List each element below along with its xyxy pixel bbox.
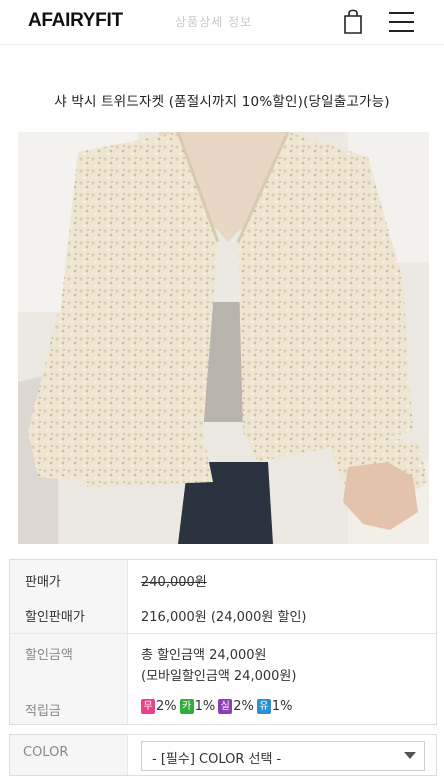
reward-rate: 2% xyxy=(233,699,254,714)
reward-rate: 2% xyxy=(156,699,177,714)
header-subtitle: 상품상세 정보 xyxy=(175,15,253,29)
discount-total: 총 할인금액 24,000원 xyxy=(141,648,267,663)
color-select[interactable]: - [필수] COLOR 선택 - xyxy=(141,741,425,771)
color-option-row: COLOR - [필수] COLOR 선택 - xyxy=(9,734,437,776)
reward-rates: 무 2% 카 1% 실 2% 유 1% xyxy=(141,699,296,714)
reward-rate: 1% xyxy=(194,699,216,714)
shopping-bag-icon[interactable] xyxy=(343,8,363,34)
header-divider xyxy=(0,44,444,45)
original-price: 240,000원 xyxy=(141,575,207,590)
reward-label: 적립금 xyxy=(25,704,61,719)
reward-badge: 카 xyxy=(179,699,194,714)
reward-rate: 1% xyxy=(271,699,293,714)
brand-logo[interactable]: AFAIRYFIT xyxy=(28,10,123,32)
sale-price-label: 할인판매가 xyxy=(25,610,85,625)
top-header: AFAIRYFIT 상품상세 정보 xyxy=(0,0,444,44)
reward-badge: 유 xyxy=(256,699,271,714)
reward-badge: 실 xyxy=(218,699,233,714)
color-select-value: - [필수] COLOR 선택 - xyxy=(152,752,282,767)
price-label: 판매가 xyxy=(25,575,61,590)
discount-label: 할인금액 xyxy=(25,648,73,663)
reward-badge: 무 xyxy=(141,699,155,714)
color-option-label: COLOR xyxy=(23,745,69,760)
sale-price: 216,000원 (24,000원 할인) xyxy=(141,610,307,625)
price-info-table: 판매가 240,000원 할인판매가 216,000원 (24,000원 할인)… xyxy=(9,559,437,725)
dropdown-arrow-icon xyxy=(404,752,416,759)
product-image[interactable] xyxy=(18,132,429,544)
discount-mobile: (모바일할인금액 24,000원) xyxy=(141,669,297,684)
table-divider xyxy=(10,633,436,634)
product-title: 샤 박시 트위드자켓 (품절시까지 10%할인)(당일출고가능) xyxy=(54,94,390,110)
hamburger-menu-icon[interactable] xyxy=(389,11,414,33)
